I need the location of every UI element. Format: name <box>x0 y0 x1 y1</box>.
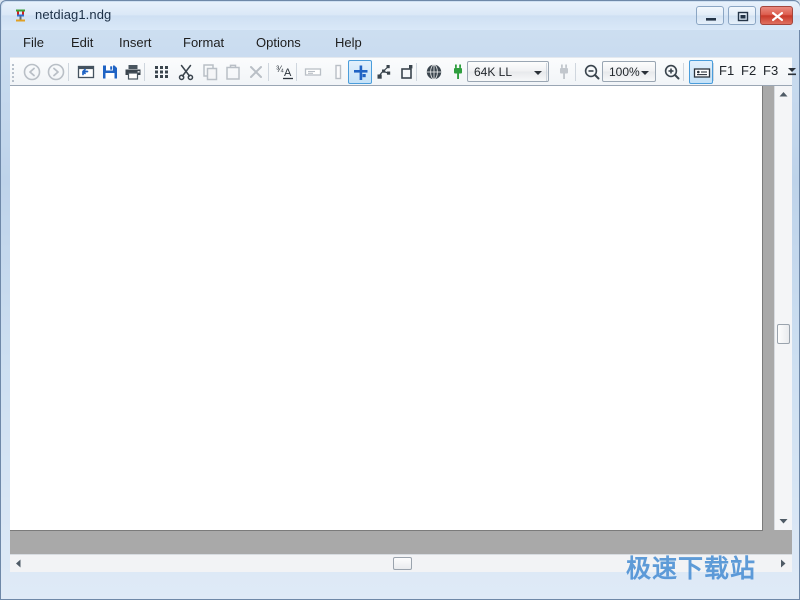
toolbar-separator <box>296 63 297 81</box>
horizontal-scrollbar[interactable] <box>10 554 792 572</box>
maximize-button[interactable] <box>728 6 756 25</box>
close-x-icon <box>246 62 266 82</box>
toolbar-separator <box>416 63 417 81</box>
save-button[interactable] <box>98 60 122 84</box>
arrow-right-circle-icon <box>46 62 66 82</box>
chevron-down-icon <box>641 71 649 75</box>
window-title: netdiag1.ndg <box>35 7 111 22</box>
scroll-down-button[interactable] <box>775 513 792 530</box>
paste-icon <box>223 62 243 82</box>
cut-button[interactable] <box>174 60 198 84</box>
scroll-right-button[interactable] <box>775 555 792 572</box>
chevron-right-icon <box>775 555 792 572</box>
chevron-down-icon <box>534 71 542 75</box>
f2-button[interactable]: F2 <box>741 63 756 78</box>
link-speed-combo[interactable]: 64K LL <box>467 61 549 82</box>
delete-button[interactable] <box>244 60 268 84</box>
zoom-in-button[interactable] <box>660 60 684 84</box>
menu-item-edit[interactable]: Edit <box>64 32 100 54</box>
menu-bar: File Edit Insert Format Options Help <box>10 32 792 56</box>
fraction-underline-icon: ¾ A <box>275 62 297 82</box>
printer-icon <box>123 62 143 82</box>
toolbar-separator <box>683 63 684 81</box>
svg-text:A: A <box>284 67 292 79</box>
copy-icon <box>200 62 220 82</box>
toolbar-separator <box>546 63 547 81</box>
magnifier-minus-icon <box>582 62 602 82</box>
toolbar-separator <box>144 63 145 81</box>
open-button[interactable] <box>74 60 98 84</box>
gray-plug-icon <box>554 62 574 82</box>
grid-button[interactable] <box>150 60 174 84</box>
toolbar-overflow-button[interactable] <box>786 62 798 82</box>
f1-button[interactable]: F1 <box>719 63 734 78</box>
toolbar-separator <box>268 63 269 81</box>
globe-sphere-icon <box>424 62 444 82</box>
text-label-icon <box>303 62 323 82</box>
diagram-canvas[interactable] <box>10 86 763 531</box>
title-bar[interactable]: netdiag1.ndg <box>2 2 800 30</box>
wan-tool-button[interactable] <box>552 60 576 84</box>
copy-button[interactable] <box>198 60 222 84</box>
menu-item-options[interactable]: Options <box>249 32 308 54</box>
grid-cells-icon <box>152 62 172 82</box>
print-button[interactable] <box>121 60 145 84</box>
close-button[interactable] <box>760 6 793 25</box>
zoom-level-value: 100% <box>609 65 640 79</box>
horizontal-scroll-thumb[interactable] <box>393 557 412 570</box>
menu-item-insert[interactable]: Insert <box>112 32 159 54</box>
green-plug-icon <box>448 62 468 82</box>
network-diagram-icon <box>13 8 29 24</box>
menu-item-format[interactable]: Format <box>176 32 231 54</box>
forward-button[interactable] <box>44 60 68 84</box>
chevron-down-icon <box>786 62 798 82</box>
vertical-scroll-thumb[interactable] <box>777 324 790 344</box>
network-nodes-icon <box>374 62 394 82</box>
application-window: netdiag1.ndg File Edit Insert Form <box>0 0 800 600</box>
arrow-left-circle-icon <box>22 62 42 82</box>
floppy-disk-icon <box>100 62 120 82</box>
chevron-left-icon <box>10 555 27 572</box>
crosshair-node-icon <box>351 63 371 83</box>
svg-text:¾: ¾ <box>276 64 284 74</box>
back-button[interactable] <box>20 60 44 84</box>
note-button[interactable] <box>689 60 713 84</box>
toolbar-separator <box>713 63 714 81</box>
toolbar-separator <box>68 63 69 81</box>
fraction-button[interactable]: ¾ A <box>273 60 297 84</box>
minimize-button[interactable] <box>696 6 724 25</box>
chevron-down-icon <box>775 513 792 530</box>
toolbar-grip[interactable] <box>12 64 15 80</box>
scroll-left-button[interactable] <box>10 555 27 572</box>
toolbar-separator <box>575 63 576 81</box>
link-shape-icon <box>397 62 417 82</box>
node-tool-button[interactable] <box>348 60 372 84</box>
scissors-icon <box>176 62 196 82</box>
menu-item-file[interactable]: File <box>16 32 51 54</box>
link-speed-value: 64K LL <box>474 65 512 79</box>
open-folder-icon <box>76 62 96 82</box>
magnifier-plus-icon <box>662 62 682 82</box>
chevron-up-icon <box>775 86 792 103</box>
network-tool-button[interactable] <box>372 60 396 84</box>
scroll-up-button[interactable] <box>775 86 792 103</box>
label-button[interactable] <box>301 60 325 84</box>
cloud-tool-button[interactable] <box>422 60 446 84</box>
zoom-out-button[interactable] <box>580 60 604 84</box>
client-area <box>10 85 792 572</box>
vertical-bar-icon <box>328 62 348 82</box>
vertical-scrollbar[interactable] <box>774 86 792 530</box>
paste-button[interactable] <box>221 60 245 84</box>
f3-button[interactable]: F3 <box>763 63 778 78</box>
toolbar: ¾ A <box>10 57 792 86</box>
note-card-icon <box>692 63 712 83</box>
menu-item-help[interactable]: Help <box>328 32 369 54</box>
vertical-bar-button[interactable] <box>326 60 350 84</box>
zoom-level-combo[interactable]: 100% <box>602 61 656 82</box>
